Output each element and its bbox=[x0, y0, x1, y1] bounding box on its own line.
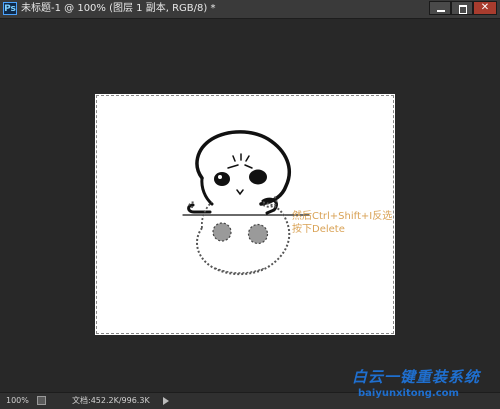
close-button[interactable]: ✕ bbox=[473, 1, 497, 15]
maximize-button[interactable] bbox=[451, 1, 473, 15]
navigator-icon[interactable] bbox=[37, 396, 46, 405]
photoshop-icon: Ps bbox=[3, 2, 17, 15]
document-size-info: 文档:452.2K/996.3K bbox=[72, 396, 150, 405]
minimize-icon bbox=[430, 2, 450, 14]
maximize-icon bbox=[452, 2, 472, 14]
title-bar[interactable]: Ps 未标题-1 @ 100% (图层 1 副本, RGB/8) * ✕ bbox=[0, 0, 500, 19]
character-original bbox=[182, 130, 310, 216]
status-menu-arrow-icon[interactable] bbox=[163, 397, 169, 405]
watermark-logo: 白云一键重装系统 baiyunxitong.com bbox=[348, 366, 494, 406]
document-canvas[interactable]: 然后Ctrl+Shift+I反选 按下Delete bbox=[95, 94, 395, 335]
minimize-button[interactable] bbox=[429, 1, 451, 15]
annotation-line-1: 然后Ctrl+Shift+I反选 bbox=[292, 211, 393, 222]
zoom-level[interactable]: 100% bbox=[6, 395, 29, 407]
watermark-url: baiyunxitong.com bbox=[358, 388, 459, 399]
canvas-workspace[interactable]: 然后Ctrl+Shift+I反选 按下Delete bbox=[0, 19, 500, 390]
document-title: 未标题-1 @ 100% (图层 1 副本, RGB/8) * bbox=[21, 3, 216, 14]
instruction-annotation: 然后Ctrl+Shift+I反选 按下Delete bbox=[292, 210, 392, 236]
photoshop-window: Ps 未标题-1 @ 100% (图层 1 副本, RGB/8) * ✕ 然后C… bbox=[0, 0, 500, 409]
watermark-text: 白云一键重装系统 bbox=[352, 368, 481, 386]
annotation-line-2: 按下Delete bbox=[292, 224, 345, 235]
close-icon: ✕ bbox=[480, 2, 490, 13]
